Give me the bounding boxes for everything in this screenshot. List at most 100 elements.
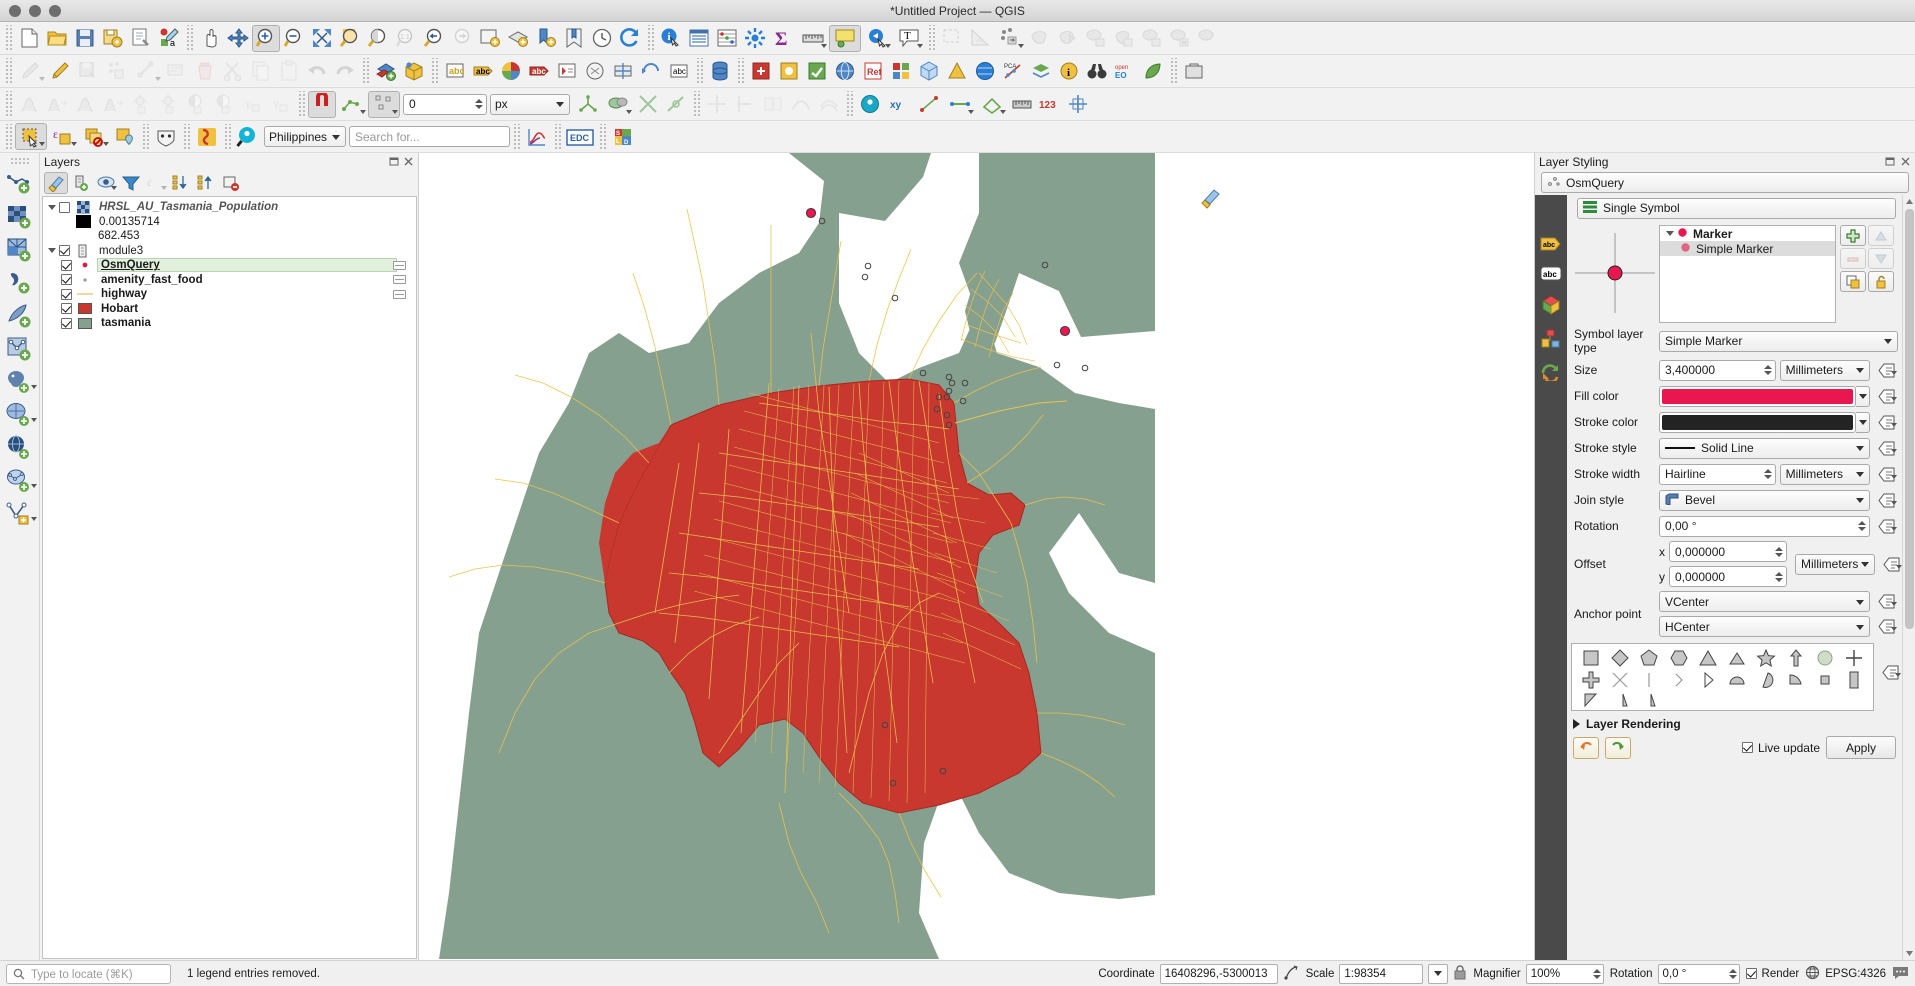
size-spinner[interactable] [1763, 365, 1773, 375]
twisty-icon[interactable] [45, 248, 59, 254]
shape-diamond-icon[interactable] [1605, 647, 1634, 669]
live-update-group[interactable]: Live update [1741, 741, 1820, 755]
plot-curve-icon[interactable] [523, 123, 551, 150]
split-features-icon[interactable] [731, 91, 759, 118]
plugin-cube-icon[interactable] [915, 58, 943, 85]
shape-half-triangle-icon[interactable] [1608, 691, 1640, 710]
toolbar-grip-attributes[interactable] [646, 25, 655, 51]
remove-symbol-layer-button[interactable] [1840, 248, 1866, 269]
map-canvas[interactable] [419, 153, 1534, 960]
stroke-style-combo[interactable]: Solid Line [1659, 437, 1870, 459]
anchor-h-data-defined-override-icon[interactable] [1874, 619, 1898, 634]
shape-circle-icon[interactable] [1810, 647, 1839, 669]
trace-icon[interactable] [944, 91, 976, 118]
offset-x-spinner[interactable] [1775, 546, 1784, 557]
redo-style-button[interactable] [1605, 736, 1631, 759]
add-spatialite-layer-icon[interactable] [2, 299, 38, 332]
add-xyz-layer-icon[interactable] [2, 431, 38, 464]
styling-layer-combo[interactable]: OsmQuery [1541, 172, 1909, 193]
map-tips-icon[interactable] [829, 24, 861, 52]
symbology-tab-icon[interactable] [1200, 187, 1222, 212]
size-data-defined-override-icon[interactable] [1874, 363, 1898, 378]
duplicate-symbol-layer-button[interactable] [1840, 271, 1866, 292]
layer-row-amenity-fast-food[interactable]: amenity_fast_food [43, 273, 416, 288]
magnifier-spinner[interactable] [1592, 968, 1602, 979]
shape-rect-vertical-icon[interactable] [1840, 669, 1869, 691]
labels-tab-icon[interactable]: abc [1540, 235, 1562, 256]
plugin-pca-icon[interactable]: PCA [999, 58, 1027, 85]
masks-tab-icon[interactable]: abc [1540, 265, 1562, 286]
add-wms-layer-icon[interactable] [2, 398, 38, 431]
diagram-properties-icon[interactable] [497, 58, 525, 85]
measure-line-icon[interactable] [797, 25, 829, 52]
layer-row-hrsl[interactable]: HRSL_AU_Tasmania_Population [43, 200, 416, 215]
layer-visibility-checkbox[interactable] [61, 274, 72, 286]
self-snapping-icon[interactable] [662, 91, 690, 118]
toolbar-grip-plugins[interactable] [736, 58, 745, 84]
remove-layer-icon[interactable] [219, 172, 243, 194]
rotate-label-icon[interactable] [637, 58, 665, 85]
fill-color-dropdown[interactable] [1856, 385, 1870, 407]
stretch-histogram-local-icon[interactable] [99, 91, 127, 118]
messages-group[interactable] [1892, 965, 1909, 983]
shape-line-icon[interactable] [1635, 669, 1664, 691]
anchor-horizontal-combo[interactable]: HCenter [1659, 616, 1870, 637]
snapping-mode-icon[interactable] [336, 91, 368, 118]
scroll-up-arrow-icon[interactable] [1903, 195, 1915, 208]
layer-visibility-checkbox[interactable] [61, 259, 72, 271]
show-hide-labels-icon[interactable] [581, 58, 609, 85]
identify-features-icon[interactable]: i [657, 25, 685, 52]
new-virtual-layer-icon[interactable] [2, 497, 38, 530]
toolbar-grip-raster-tools[interactable] [4, 91, 13, 117]
layer-visibility-checkbox[interactable] [59, 201, 70, 213]
toolbar-grip-misc[interactable] [845, 91, 854, 117]
move-symbol-layer-up-button[interactable] [1868, 225, 1894, 246]
toolbar-grip-map-nav[interactable] [185, 25, 194, 51]
modify-attributes-icon[interactable] [163, 58, 191, 85]
database-manager-icon[interactable] [706, 58, 734, 85]
layer-row-highway[interactable]: highway [43, 287, 416, 302]
layer-row-hobart[interactable]: Hobart [43, 302, 416, 317]
paste-features-icon[interactable] [275, 58, 303, 85]
highlight-pinned-labels-icon[interactable]: abc [525, 58, 553, 85]
delete-part-icon[interactable] [1194, 25, 1222, 52]
rotation-input[interactable]: 0,00 ° [1659, 515, 1870, 537]
shape-left-half-triangle-icon[interactable] [1640, 691, 1672, 710]
toolbar-grip-sld[interactable] [598, 123, 607, 150]
plugin-green-icon[interactable] [803, 58, 831, 85]
plugin-red-icon[interactable] [747, 58, 775, 85]
delete-ring-icon[interactable] [1166, 25, 1194, 52]
stroke-width-data-defined-override-icon[interactable] [1874, 467, 1898, 482]
osm-query-search-icon[interactable] [234, 123, 262, 150]
toolbar-grip-data-source[interactable] [361, 58, 370, 84]
measure-tool-icon[interactable] [976, 91, 1008, 118]
coordinate-capture-icon[interactable] [1283, 964, 1300, 984]
scroll-down-arrow-icon[interactable] [1903, 947, 1915, 960]
undo-icon[interactable] [303, 58, 331, 85]
avoid-overlap-icon[interactable] [602, 91, 634, 118]
close-panel-icon[interactable] [403, 156, 414, 167]
shape-square-icon[interactable] [1576, 647, 1605, 669]
live-update-checkbox[interactable] [1741, 742, 1753, 753]
shape-data-defined-override-icon[interactable] [1878, 665, 1902, 680]
zoom-to-layer-icon[interactable] [364, 25, 392, 52]
shape-triangle-icon[interactable] [1693, 647, 1722, 669]
layer-visibility-checkbox[interactable] [61, 317, 72, 329]
new-project-icon[interactable] [15, 25, 43, 52]
temporal-controller-icon[interactable] [588, 25, 616, 52]
new-map-view-icon[interactable] [476, 25, 504, 52]
plugin-binoculars-icon[interactable] [1083, 58, 1111, 85]
size-units-combo[interactable]: Millimeters [1779, 359, 1870, 381]
toolbar-grip-raster[interactable] [430, 58, 439, 84]
new-bookmark-icon[interactable] [532, 25, 560, 52]
stroke-width-spinner[interactable] [1763, 469, 1773, 479]
toolbar-grip[interactable] [4, 25, 13, 51]
snapping-toggle-icon[interactable] [308, 90, 336, 118]
change-label-icon[interactable]: abc [665, 58, 693, 85]
undock-icon[interactable] [1885, 156, 1896, 167]
zoom-to-selection-icon[interactable] [336, 25, 364, 52]
open-project-icon[interactable] [43, 25, 71, 52]
qgis-snake-icon[interactable] [193, 123, 221, 150]
histogram-stretch-icon[interactable] [15, 91, 43, 118]
add-symbol-layer-button[interactable] [1840, 225, 1866, 246]
